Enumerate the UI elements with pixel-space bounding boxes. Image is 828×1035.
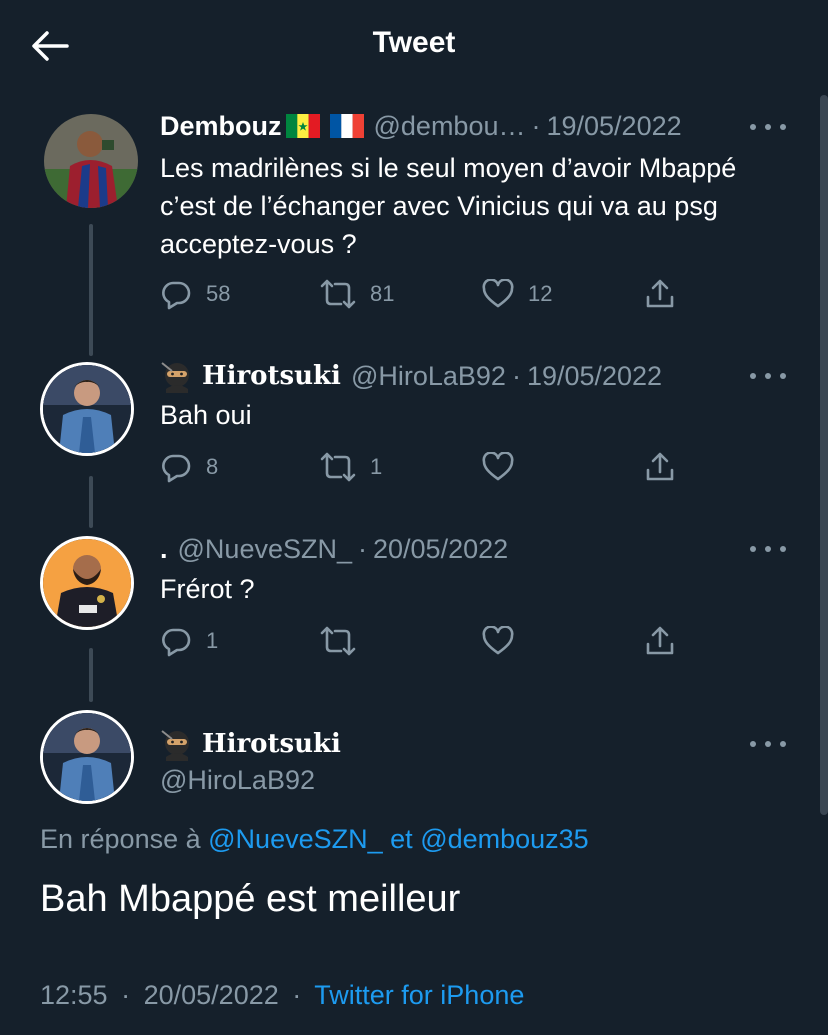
tweet-text: Frérot ?	[160, 574, 255, 604]
display-name[interactable]: .	[160, 534, 168, 565]
separator-dot: ·	[511, 360, 521, 391]
reply-context: En réponse à @NueveSZN_ et @dembouz35	[40, 824, 589, 855]
retweet-count: 81	[370, 281, 395, 306]
reply-count: 8	[206, 454, 219, 479]
share-button[interactable]	[644, 276, 676, 312]
retweet-icon	[320, 626, 356, 656]
reply-count: 1	[206, 628, 219, 653]
tweet-metadata: 12:55 · 20/05/2022 · Twitter for iPhone	[40, 980, 524, 1011]
retweet-count: 1	[370, 454, 383, 479]
like-icon	[482, 279, 514, 308]
mention-link[interactable]: @NueveSZN_	[208, 824, 382, 854]
tweet-source-link[interactable]: Twitter for iPhone	[314, 980, 524, 1010]
page-title: Tweet	[372, 26, 456, 59]
reply-icon	[162, 454, 191, 483]
handle[interactable]: @HiroLaB92	[351, 361, 506, 392]
share-icon	[646, 626, 674, 655]
senegal-flag-icon	[285, 114, 320, 138]
handle[interactable]: @HiroLaB92	[160, 765, 315, 796]
tweet-actions: 58 81 12	[160, 276, 690, 312]
handle[interactable]: @NueveSZN_	[178, 534, 352, 565]
thread-line	[89, 224, 93, 356]
retweet-icon	[320, 279, 356, 309]
more-options-button[interactable]	[750, 115, 786, 139]
avatar[interactable]	[44, 114, 138, 208]
avatar[interactable]	[40, 362, 134, 456]
main-tweet-text: Bah Mbappé est meilleur	[40, 878, 461, 920]
tweet-actions: 8 1	[160, 449, 690, 485]
mention-link[interactable]: @dembouz35	[420, 824, 589, 854]
more-options-button[interactable]	[750, 364, 786, 388]
tweet-actions: 1	[160, 623, 690, 659]
display-name[interactable]: Hirotsuki	[202, 361, 341, 391]
thread-line	[89, 476, 93, 528]
retweet-button[interactable]: 81	[320, 276, 394, 312]
tweet-text: Bah oui	[160, 400, 252, 430]
main-tweet-author: Hirotsuki	[160, 726, 341, 762]
retweet-button[interactable]: 1	[320, 449, 382, 485]
share-icon	[646, 452, 674, 481]
like-button[interactable]	[482, 449, 514, 485]
retweet-icon	[320, 452, 356, 482]
share-button[interactable]	[644, 623, 676, 659]
display-name[interactable]: Hirotsuki	[202, 729, 341, 759]
like-icon	[482, 452, 514, 481]
like-icon	[482, 626, 514, 655]
reply-icon	[162, 628, 191, 657]
like-button[interactable]: 12	[482, 276, 552, 312]
separator-dot: ·	[121, 980, 131, 1010]
reply-button[interactable]: 1	[160, 623, 218, 659]
top-bar: Tweet	[0, 0, 828, 90]
more-options-button[interactable]	[750, 537, 786, 561]
display-name[interactable]: Dembouz	[160, 111, 282, 142]
retweet-button[interactable]	[320, 623, 356, 659]
separator-dot: ·	[292, 980, 302, 1010]
reply-icon	[162, 281, 191, 310]
separator-dot: ·	[358, 533, 367, 564]
avatar[interactable]	[40, 710, 134, 804]
tweet-header: Hirotsuki @HiroLaB92 · 19/05/2022	[160, 358, 662, 394]
tweet-text: Les madrilènes si le seul moyen d’avoir …	[160, 153, 737, 259]
france-flag-icon	[329, 114, 364, 138]
reply-prefix: En réponse à	[40, 824, 201, 854]
tweet-time: 12:55	[40, 980, 108, 1010]
reply-count: 58	[206, 281, 231, 306]
share-button[interactable]	[644, 449, 676, 485]
tweet-date[interactable]: 20/05/2022	[373, 534, 508, 565]
reply-button[interactable]: 8	[160, 449, 218, 485]
share-icon	[646, 279, 674, 308]
ninja-emoji-icon	[161, 362, 189, 393]
like-count: 12	[528, 281, 553, 306]
more-options-button[interactable]	[750, 732, 786, 756]
main-tweet-handle-row: @HiroLaB92	[160, 762, 315, 798]
reply-button[interactable]: 58	[160, 276, 230, 312]
tweet-header: . @NueveSZN_ · 20/05/2022	[160, 531, 508, 567]
handle[interactable]: @dembou…	[374, 111, 526, 142]
avatar[interactable]	[40, 536, 134, 630]
tweet-date[interactable]: 19/05/2022	[546, 111, 681, 142]
tweet-date[interactable]: 19/05/2022	[527, 361, 662, 392]
tweet-date: 20/05/2022	[143, 980, 279, 1010]
ninja-emoji-icon	[161, 730, 189, 761]
thread-line	[89, 648, 93, 702]
scrollbar[interactable]	[820, 95, 828, 815]
separator-dot: ·	[531, 110, 541, 141]
tweet-header: Dembouz @dembou… · 19/05/2022	[160, 108, 682, 144]
reply-and[interactable]: et	[390, 824, 413, 854]
like-button[interactable]	[482, 623, 514, 659]
